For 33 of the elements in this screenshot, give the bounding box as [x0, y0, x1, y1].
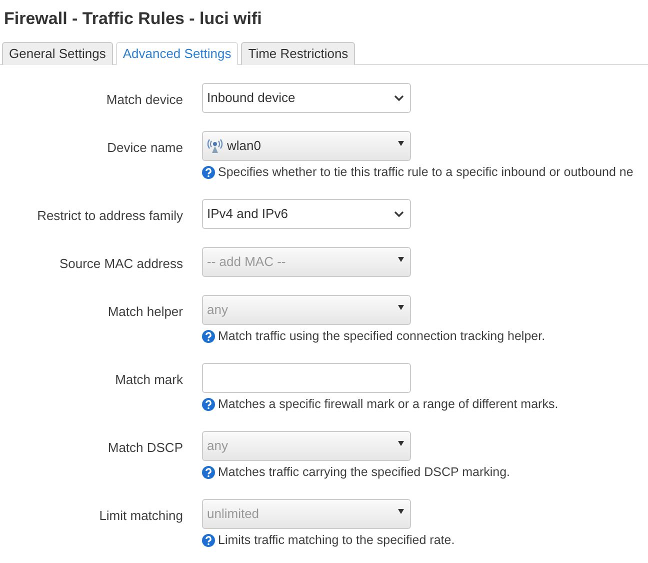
tab[interactable]: Advanced Settings [116, 42, 238, 65]
field-label: Device name [107, 139, 183, 157]
help-text: Limits traffic matching to the specified rate. [218, 532, 455, 549]
help-icon [202, 398, 215, 410]
caret-icon [398, 141, 404, 146]
page-title: Firewall - Traffic Rules - luci wifi [3, 8, 263, 29]
tab[interactable]: Time Restrictions [241, 42, 356, 65]
help-icon [202, 466, 215, 478]
help-text: Match traffic using the specified connection tracking helper. [218, 328, 546, 345]
chevron-down-icon [394, 95, 404, 102]
select-field[interactable]: IPv4 and IPv6 [202, 199, 411, 229]
field-label: Limit matching [99, 507, 183, 525]
field-label: Match mark [115, 371, 183, 389]
field-label: Match helper [108, 303, 183, 321]
input-field[interactable] [202, 363, 411, 393]
field-label: Restrict to address family [37, 207, 183, 225]
select-field[interactable]: Inbound device [202, 83, 411, 113]
caret-icon [398, 509, 404, 514]
field-label: Match DSCP [108, 439, 183, 457]
help-icon [202, 330, 215, 342]
help-text: Matches traffic carrying the specified DSCP marking. [218, 464, 510, 481]
tab[interactable]: General Settings [2, 42, 113, 65]
caret-icon [398, 305, 404, 310]
field-label: Source MAC address [59, 255, 183, 273]
help-text: Matches a specific firewall mark or a range of different marks. [218, 396, 558, 413]
field-label: Match device [106, 91, 183, 109]
chevron-down-icon [394, 211, 404, 218]
help-icon [202, 166, 215, 178]
help-icon [202, 534, 215, 546]
caret-icon [398, 441, 404, 446]
help-text: Specifies whether to tie this traffic rule to a specific inbound or outbound ne [218, 164, 634, 181]
dropdown-field[interactable]: wlan0 [202, 131, 411, 161]
caret-icon [398, 257, 404, 262]
